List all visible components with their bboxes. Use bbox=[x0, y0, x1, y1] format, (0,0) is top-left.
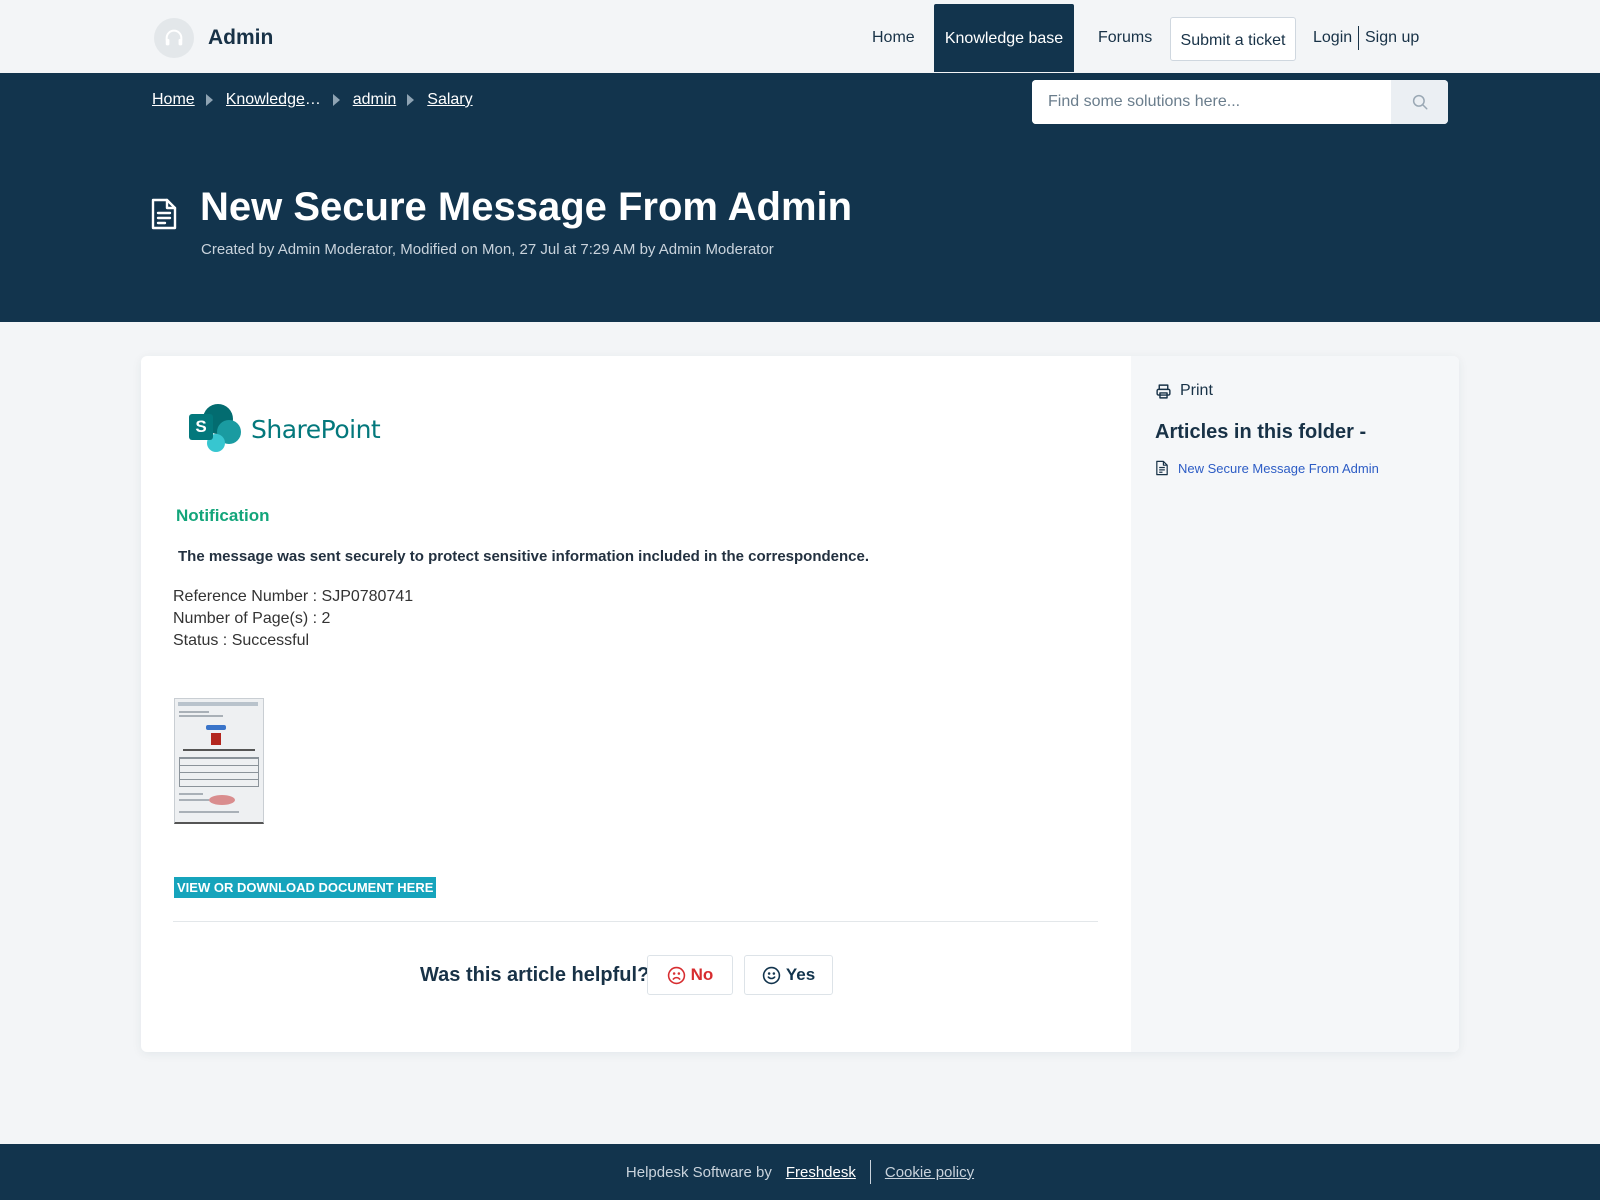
pdf-icon bbox=[211, 733, 221, 745]
breadcrumb-knowledge-base[interactable]: Knowledge base bbox=[226, 91, 322, 109]
search-box bbox=[1032, 80, 1448, 124]
brand[interactable]: Admin bbox=[154, 18, 273, 58]
sharepoint-logo-icon: S bbox=[189, 404, 243, 454]
feedback-question: Was this article helpful? bbox=[420, 964, 650, 986]
notification-heading: Notification bbox=[176, 506, 270, 525]
freshdesk-link[interactable]: Freshdesk bbox=[786, 1164, 856, 1181]
document-icon bbox=[1156, 460, 1168, 476]
breadcrumb-separator-icon bbox=[205, 94, 213, 106]
folder-article-link[interactable]: New Secure Message From Admin bbox=[1155, 460, 1379, 476]
breadcrumb-separator-icon bbox=[332, 94, 340, 106]
page-title: New Secure Message From Admin bbox=[200, 185, 853, 229]
nav-forums[interactable]: Forums bbox=[1098, 0, 1152, 73]
nav-home[interactable]: Home bbox=[872, 0, 915, 73]
detail-status: Status : Successful bbox=[173, 632, 310, 649]
detail-reference-number: Reference Number : SJP0780741 bbox=[173, 588, 414, 605]
download-document-button[interactable]: VIEW OR DOWNLOAD DOCUMENT HERE bbox=[174, 877, 437, 898]
submit-ticket-button[interactable]: Submit a ticket bbox=[1170, 17, 1296, 61]
detail-page-count: Number of Page(s) : 2 bbox=[173, 610, 331, 627]
vote-no-button[interactable]: No bbox=[647, 955, 733, 995]
nav-divider bbox=[1358, 26, 1359, 50]
nav-knowledge-base[interactable]: Knowledge base bbox=[934, 4, 1074, 72]
footer: Helpdesk Software by Freshdesk Cookie po… bbox=[0, 1144, 1600, 1200]
article-card: S SharePoint Notification The message wa… bbox=[141, 356, 1459, 1052]
article-sidebar: Print Articles in this folder - New Secu… bbox=[1131, 356, 1459, 1052]
smile-face-icon bbox=[762, 966, 781, 984]
folder-articles-heading: Articles in this folder - bbox=[1155, 421, 1367, 443]
sad-face-icon bbox=[667, 966, 685, 984]
cookie-policy-link[interactable]: Cookie policy bbox=[885, 1164, 974, 1181]
brand-name: Admin bbox=[208, 26, 274, 49]
breadcrumb-salary[interactable]: Salary bbox=[427, 91, 472, 109]
sharepoint-logo: S SharePoint bbox=[189, 404, 381, 454]
headset-icon bbox=[154, 18, 194, 58]
sharepoint-logo-text: SharePoint bbox=[251, 414, 381, 444]
print-button[interactable]: Print bbox=[1155, 382, 1213, 400]
printer-icon bbox=[1156, 383, 1171, 399]
search-button[interactable] bbox=[1391, 80, 1448, 124]
footer-divider bbox=[869, 1160, 871, 1184]
vote-yes-button[interactable]: Yes bbox=[744, 955, 833, 995]
signup-link[interactable]: Sign up bbox=[1365, 29, 1419, 47]
divider bbox=[173, 921, 1098, 922]
document-details: Reference Number : SJP0780741 Number of … bbox=[173, 586, 413, 652]
top-header: Admin Home Knowledge base Forums Submit … bbox=[0, 0, 1600, 73]
article-hero: Home Knowledge base admin Salary New Sec… bbox=[0, 73, 1600, 322]
article-icon bbox=[150, 197, 178, 236]
search-icon bbox=[1412, 94, 1427, 110]
breadcrumb-home[interactable]: Home bbox=[152, 91, 195, 109]
lead-text: The message was sent securely to protect… bbox=[178, 548, 870, 565]
search-input[interactable] bbox=[1032, 80, 1392, 124]
breadcrumb-separator-icon bbox=[407, 94, 415, 106]
article-meta: Created by Admin Moderator, Modified on … bbox=[201, 241, 774, 258]
breadcrumb-admin[interactable]: admin bbox=[353, 91, 397, 109]
footer-text: Helpdesk Software by bbox=[625, 1163, 772, 1181]
document-thumbnail[interactable] bbox=[174, 698, 264, 824]
login-link[interactable]: Login bbox=[1313, 29, 1352, 47]
breadcrumb: Home Knowledge base admin Salary bbox=[152, 91, 473, 109]
